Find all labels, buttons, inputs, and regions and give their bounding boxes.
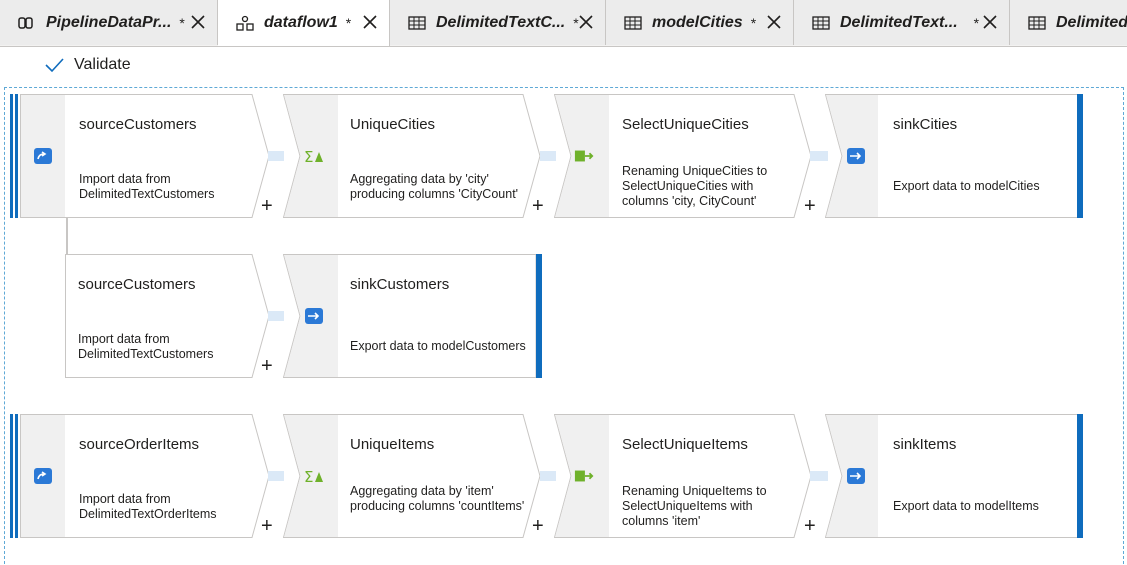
add-transformation-button[interactable]: + <box>804 196 816 216</box>
node-title: sourceCustomers <box>79 116 197 133</box>
sink-icon <box>847 468 865 484</box>
tab-label: dataflow1 <box>264 14 338 31</box>
unsaved-marker: * <box>345 15 352 31</box>
close-icon[interactable] <box>981 13 999 31</box>
source-node[interactable]: sourceCustomers Import data from Delimit… <box>20 94 273 218</box>
checkmark-icon <box>45 58 64 73</box>
aggregate-node[interactable]: Σ UniqueItems Aggregating data by 'item'… <box>283 414 544 538</box>
node-title: sinkCities <box>893 116 958 133</box>
connector <box>268 311 284 321</box>
connector <box>268 151 284 161</box>
sink-icon <box>847 148 865 164</box>
sink-node[interactable]: sinkItems Export data to modelItems <box>825 414 1079 538</box>
tab-label: Delimited <box>1056 13 1127 31</box>
node-description: Export data to modelCustomers <box>350 339 526 353</box>
select-node[interactable]: SelectUniqueCities Renaming UniqueCities… <box>554 94 816 218</box>
add-transformation-button[interactable]: + <box>261 196 273 216</box>
node-title: SelectUniqueCities <box>622 116 749 133</box>
node-description: Renaming UniqueCities to SelectUniqueCit… <box>622 164 768 208</box>
node-description: Aggregating data by 'item' producing col… <box>350 484 525 513</box>
node-title: sinkItems <box>893 436 957 453</box>
validate-button[interactable]: Validate <box>44 56 131 74</box>
add-transformation-button[interactable]: + <box>261 516 273 536</box>
unsaved-marker: * <box>179 14 185 31</box>
tab-delimitedtext[interactable]: DelimitedText... * <box>794 0 1010 45</box>
node-title: UniqueCities <box>350 116 436 133</box>
select-node[interactable]: SelectUniqueItems Renaming UniqueItems t… <box>554 414 816 538</box>
node-description: Export data to modelItems <box>893 499 1039 513</box>
tab-label: modelCities <box>652 13 743 31</box>
node-title: sourceCustomers <box>78 276 196 293</box>
node-description: Import data from DelimitedTextOrderItems <box>79 492 217 521</box>
close-icon[interactable] <box>189 13 207 31</box>
unsaved-marker: * <box>750 14 757 31</box>
selection-bar <box>10 414 13 538</box>
unsaved-marker: * <box>973 14 980 31</box>
aggregate-icon: Σ <box>304 468 323 486</box>
svg-text:Σ: Σ <box>304 148 313 166</box>
aggregate-icon: Σ <box>304 148 323 166</box>
sink-indicator-bar <box>1077 94 1083 218</box>
tab-bar: PipelineDataPr... * dataflow1 * Delimite… <box>0 0 1127 47</box>
tab-delimited[interactable]: Delimited <box>1010 0 1127 45</box>
node-title: sourceOrderItems <box>79 436 200 453</box>
node-description: Aggregating data by 'city' producing col… <box>350 172 519 201</box>
close-icon[interactable] <box>361 13 379 31</box>
sink-node[interactable]: sinkCities Export data to modelCities <box>825 94 1079 218</box>
add-transformation-button[interactable]: + <box>532 196 544 216</box>
sink-node[interactable]: sinkCustomers Export data to modelCustom… <box>283 254 537 378</box>
connector <box>268 471 284 481</box>
tab-label: DelimitedTextC... <box>436 13 566 31</box>
pipeline-icon <box>18 15 36 31</box>
node-title: UniqueItems <box>350 436 435 453</box>
tab-delimitedtextc[interactable]: DelimitedTextC... * <box>390 0 606 45</box>
select-icon <box>574 470 594 482</box>
node-description: Export data to modelCities <box>893 179 1040 193</box>
source-icon <box>34 468 52 484</box>
tab-dataflow1[interactable]: dataflow1 * <box>218 0 390 46</box>
selection-bar <box>15 414 18 538</box>
close-icon[interactable] <box>765 13 783 31</box>
source-node[interactable]: sourceCustomers Import data from Delimit… <box>65 254 273 378</box>
node-description: Import data from DelimitedTextCustomers <box>78 332 214 361</box>
tab-label: DelimitedText... <box>840 13 958 31</box>
select-icon <box>574 150 594 162</box>
svg-text:Σ: Σ <box>304 468 313 486</box>
validate-label: Validate <box>74 56 131 73</box>
table-icon <box>1028 15 1046 31</box>
table-icon <box>812 15 830 31</box>
dataflow-icon <box>236 15 254 31</box>
sink-indicator-bar <box>536 254 542 378</box>
add-transformation-button[interactable]: + <box>804 516 816 536</box>
branch-line <box>66 218 68 254</box>
sink-icon <box>305 308 323 324</box>
source-icon <box>34 148 52 164</box>
node-description: Import data from DelimitedTextCustomers <box>79 172 215 201</box>
table-icon <box>624 15 642 31</box>
selection-bar <box>15 94 18 218</box>
node-title: SelectUniqueItems <box>622 436 748 453</box>
sink-indicator-bar <box>1077 414 1083 538</box>
close-icon[interactable] <box>577 13 595 31</box>
add-transformation-button[interactable]: + <box>261 356 273 376</box>
aggregate-node[interactable]: Σ UniqueCities Aggregating data by 'city… <box>283 94 544 218</box>
tab-modelcities[interactable]: modelCities * <box>606 0 794 45</box>
tab-label: PipelineDataPr... <box>46 13 172 31</box>
node-title: sinkCustomers <box>350 276 450 293</box>
source-node[interactable]: sourceOrderItems Import data from Delimi… <box>20 414 273 538</box>
tab-pipeline[interactable]: PipelineDataPr... * <box>0 0 218 45</box>
table-icon <box>408 15 426 31</box>
toolbar: Validate <box>0 46 1127 86</box>
node-description: Renaming UniqueItems to SelectUniqueItem… <box>622 484 767 528</box>
add-transformation-button[interactable]: + <box>532 516 544 536</box>
selection-bar <box>10 94 13 218</box>
